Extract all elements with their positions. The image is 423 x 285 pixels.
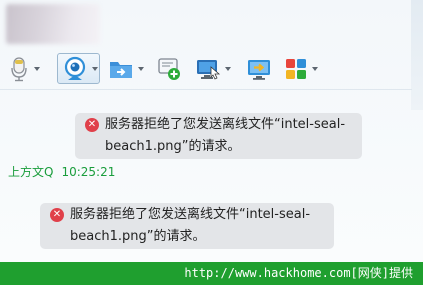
apps-button[interactable] [284,53,318,84]
microphone-icon [11,56,27,81]
add-contact-icon [158,57,180,80]
error-icon: ✕ [85,118,99,132]
apps-dropdown-caret[interactable] [312,66,318,71]
remote-desktop-icon [197,59,221,80]
side-panel-edge [411,0,423,110]
send-file-icon [110,61,132,78]
message-time: 10:25:21 [61,165,116,179]
video-dropdown-caret[interactable] [92,66,98,71]
send-file-button[interactable] [108,53,144,84]
send-file-dropdown-caret[interactable] [138,66,144,71]
share-screen-button[interactable] [246,53,272,84]
remote-desktop-dropdown-caret[interactable] [225,66,231,71]
message-line-1: 服务器拒绝了您发送离线文件“intel-seal- [105,117,346,132]
chat-window: ✕ 服务器拒绝了您发送离线文件“intel-seal- beach1.png”的… [0,0,423,262]
system-message-bubble: ✕ 服务器拒绝了您发送离线文件“intel-seal- beach1.png”的… [40,203,334,249]
remote-desktop-button[interactable] [195,53,231,84]
add-contact-button[interactable] [156,53,182,84]
voice-button[interactable] [8,53,40,84]
toolbar-divider [0,89,412,90]
video-button[interactable] [57,53,100,84]
share-screen-icon [248,59,270,80]
contact-avatar[interactable] [6,4,100,44]
footer-text: http://www.hackhome.com[网侠]提供 [184,266,413,280]
voice-dropdown-caret[interactable] [34,66,40,71]
message-line-2: beach1.png”的请求。 [105,139,241,154]
message-line-1: 服务器拒绝了您发送离线文件“intel-seal- [70,207,311,222]
apps-icon [286,58,306,79]
watermark-footer: http://www.hackhome.com[网侠]提供 [0,262,423,285]
sender-name[interactable]: 上方文Q [8,165,53,179]
chat-toolbar [6,53,336,85]
error-icon: ✕ [50,208,64,222]
system-message-bubble: ✕ 服务器拒绝了您发送离线文件“intel-seal- beach1.png”的… [75,113,362,159]
message-line-2: beach1.png”的请求。 [70,229,206,244]
webcam-icon [64,56,86,80]
sender-header: 上方文Q 10:25:21 [8,163,123,180]
